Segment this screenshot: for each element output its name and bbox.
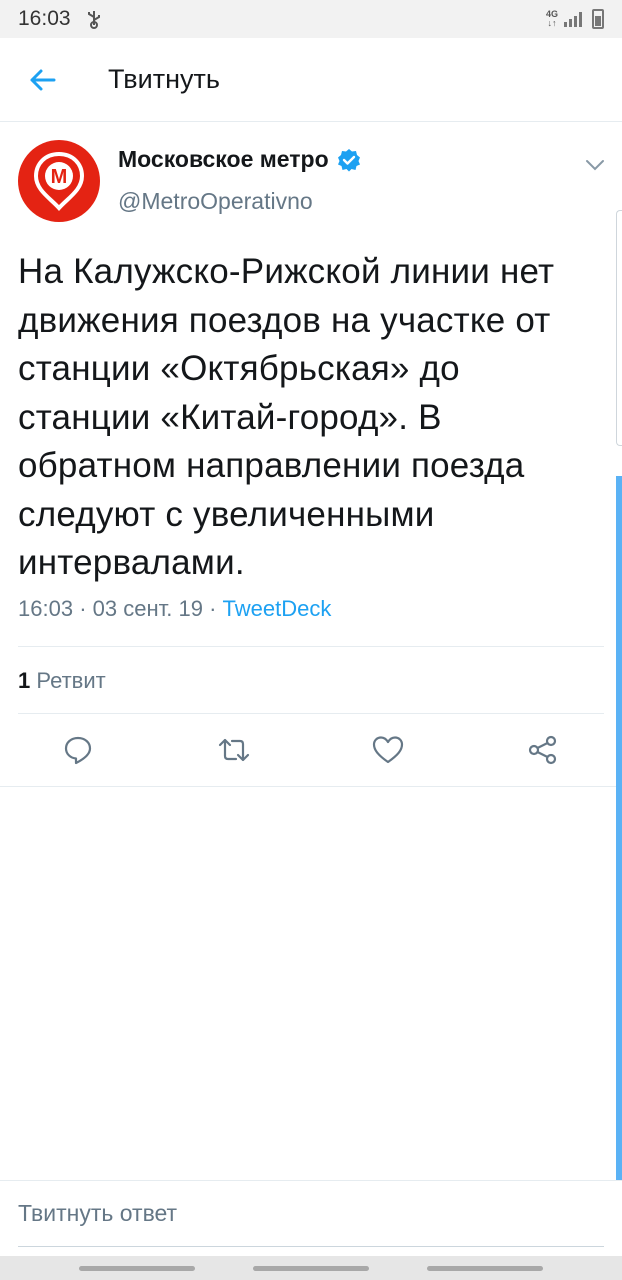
arrow-left-icon bbox=[30, 69, 56, 90]
meta-separator: · bbox=[209, 596, 217, 621]
metro-logo-icon: М bbox=[33, 151, 85, 211]
nav-recents-button[interactable] bbox=[427, 1266, 543, 1271]
chevron-down-icon bbox=[586, 160, 604, 171]
status-time: 16:03 bbox=[18, 7, 71, 30]
status-indicators: 4G ↓↑ bbox=[546, 9, 604, 29]
avatar[interactable]: М bbox=[18, 140, 100, 222]
retweet-count-number: 1 bbox=[18, 668, 31, 693]
app-header: Твитнуть bbox=[0, 38, 622, 122]
page-title: Твитнуть bbox=[108, 64, 220, 94]
network-type: 4G ↓↑ bbox=[545, 9, 558, 28]
back-button[interactable] bbox=[0, 38, 84, 122]
heart-icon bbox=[372, 736, 404, 764]
retweet-icon bbox=[218, 738, 250, 762]
meta-separator: · bbox=[79, 596, 87, 621]
verified-badge-icon bbox=[337, 148, 360, 171]
author-handle[interactable]: @MetroOperativno bbox=[118, 188, 313, 215]
reply-bar bbox=[0, 1180, 622, 1256]
nav-back-button[interactable] bbox=[79, 1266, 195, 1271]
reply-input[interactable] bbox=[18, 1181, 604, 1247]
like-button[interactable] bbox=[370, 732, 406, 768]
scroll-indicator bbox=[616, 210, 622, 446]
retweet-count[interactable]: 1 Ретвит bbox=[18, 668, 106, 694]
author-name[interactable]: Московское метро bbox=[118, 146, 361, 173]
divider bbox=[0, 786, 622, 787]
svg-text:М: М bbox=[51, 166, 68, 188]
share-button[interactable] bbox=[525, 732, 561, 768]
nav-home-button[interactable] bbox=[253, 1266, 369, 1271]
signal-icon bbox=[564, 11, 582, 27]
share-icon bbox=[528, 735, 557, 765]
tweet-actions bbox=[0, 714, 622, 786]
tweet-text: На Калужско-Рижской линии нет движения п… bbox=[18, 252, 555, 582]
divider bbox=[18, 646, 604, 647]
scrollbar[interactable] bbox=[616, 476, 622, 1180]
tweet-date: 03 сент. 19 bbox=[92, 596, 203, 621]
reply-button[interactable] bbox=[60, 732, 96, 768]
status-bar: 16:03 4G ↓↑ bbox=[0, 0, 622, 38]
tweet-time: 16:03 bbox=[18, 596, 74, 621]
battery-icon bbox=[592, 9, 604, 29]
reply-icon bbox=[64, 736, 92, 765]
system-nav-bar bbox=[0, 1256, 622, 1280]
retweet-count-label: Ретвит bbox=[36, 668, 106, 693]
author-name-text: Московское метро bbox=[118, 146, 329, 172]
tweet-source-link[interactable]: TweetDeck bbox=[223, 596, 332, 621]
tweet-meta: 16:03 · 03 сент. 19 · TweetDeck bbox=[18, 596, 331, 622]
tweet-menu-button[interactable] bbox=[580, 150, 610, 180]
retweet-button[interactable] bbox=[216, 732, 252, 768]
usb-icon bbox=[87, 11, 100, 29]
